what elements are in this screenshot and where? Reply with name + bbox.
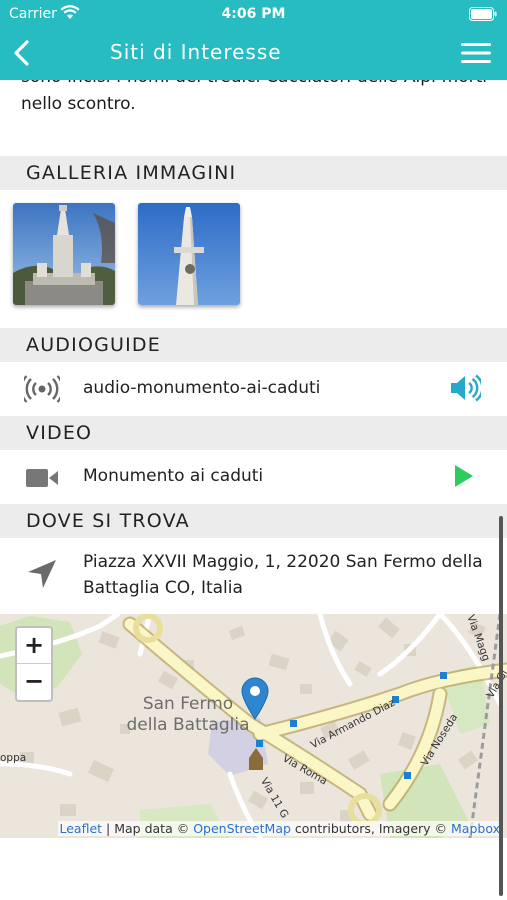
map-zoom-control: + − (15, 626, 53, 702)
zoom-out-button[interactable]: − (17, 664, 51, 700)
description-container: sono incisi i nomi dei tredici Cacciator… (0, 80, 507, 128)
obelisk-photo-image (138, 203, 240, 305)
location-section-header: DOVE SI TROVA (0, 504, 507, 538)
monument-photo-image (13, 203, 115, 305)
page-title: Siti di Interesse (110, 40, 282, 64)
video-label: Monumento ai caduti (83, 466, 264, 486)
address-text: Piazza XXVII Maggio, 1, 22020 San Fermo … (83, 552, 483, 598)
map-place-label-line2: della Battaglia (126, 715, 250, 735)
mapbox-link[interactable]: Mapbox (451, 821, 500, 836)
gallery-image-2[interactable] (138, 203, 240, 305)
audioguide-label: audio-monumento-ai-caduti (83, 378, 321, 398)
hamburger-menu-icon[interactable] (461, 42, 491, 64)
video-camera-icon (26, 469, 58, 487)
map-marker-icon[interactable] (240, 676, 270, 720)
navigation-arrow-icon (28, 560, 56, 588)
navigation-bar: Siti di Interesse (0, 30, 507, 76)
battery-icon (469, 7, 497, 21)
audioguide-row[interactable]: audio-monumento-ai-caduti (0, 362, 507, 414)
attribution-text: contributors, Imagery © (290, 821, 452, 836)
speaker-volume-icon[interactable] (449, 374, 481, 402)
map-attribution: Leaflet | Map data © OpenStreetMap contr… (57, 821, 502, 836)
video-row[interactable]: Monumento ai caduti (0, 450, 507, 502)
map-place-label: San Fermo della Battaglia (118, 694, 258, 736)
zoom-in-button[interactable]: + (17, 628, 51, 664)
gallery-section-header: GALLERIA IMMAGINI (0, 156, 507, 190)
street-label: oppa (0, 752, 27, 764)
broadcast-icon (24, 375, 60, 403)
description-text: sono incisi i nomi dei tredici Cacciator… (21, 80, 487, 114)
leaflet-link[interactable]: Leaflet (60, 821, 103, 836)
top-bar: Carrier 4:06 PM Siti di Interesse (0, 0, 507, 80)
gallery-image-1[interactable] (13, 203, 115, 305)
audioguide-section-header: AUDIOGUIDE (0, 328, 507, 362)
openstreetmap-link[interactable]: OpenStreetMap (193, 821, 291, 836)
attribution-text: | Map data © (102, 821, 194, 836)
clock: 4:06 PM (221, 6, 286, 22)
map-place-label-line1: San Fermo (142, 694, 234, 714)
play-icon[interactable] (449, 462, 477, 490)
scrollbar[interactable] (499, 516, 503, 896)
location-map[interactable]: San Fermo della Battaglia Via Armando Di… (0, 614, 507, 838)
video-section-header: VIDEO (0, 416, 507, 450)
status-bar: Carrier 4:06 PM (0, 0, 507, 28)
